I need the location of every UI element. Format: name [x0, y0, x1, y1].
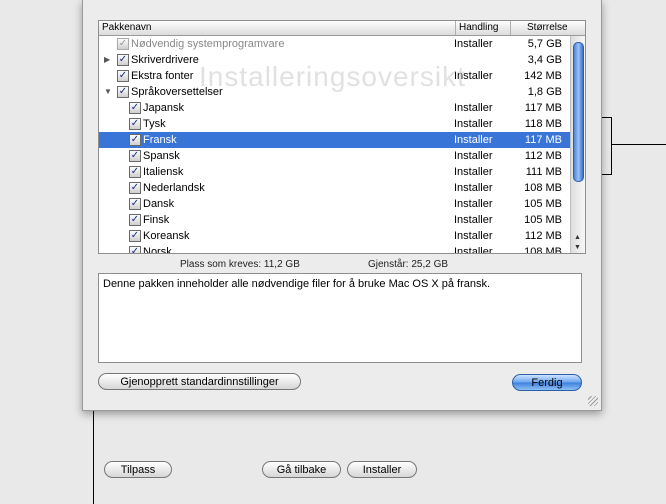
- row-action: Installer: [454, 166, 493, 178]
- disclosure-triangle-icon[interactable]: ▶: [104, 52, 110, 68]
- table-row[interactable]: ✓ Italiensk Installer 111 MB: [99, 164, 570, 180]
- callout-line-right-bracket: [611, 117, 612, 175]
- row-size: 117 MB: [524, 134, 562, 146]
- row-checkbox[interactable]: ✓: [129, 150, 141, 162]
- done-button[interactable]: Ferdig: [512, 374, 582, 391]
- row-checkbox[interactable]: ✓: [129, 182, 141, 194]
- row-name: Finsk: [143, 214, 170, 226]
- table-row[interactable]: ✓ Finsk Installer 105 MB: [99, 212, 570, 228]
- row-action: Installer: [454, 214, 493, 226]
- row-checkbox[interactable]: ✓: [129, 214, 141, 226]
- table-row[interactable]: ✓ Spansk Installer 112 MB: [99, 148, 570, 164]
- row-size: 108 MB: [524, 246, 562, 254]
- disclosure-triangle-icon[interactable]: ▼: [104, 84, 112, 100]
- row-checkbox[interactable]: ✓: [129, 198, 141, 210]
- row-action: Installer: [454, 134, 493, 146]
- table-row[interactable]: ✓ Nødvendig systemprogramvare Installer 5,7…: [99, 36, 570, 52]
- customize-button[interactable]: Tilpass: [104, 461, 172, 478]
- table-row[interactable]: ▼ ✓ Språkoversettelser 1,8 GB: [99, 84, 570, 100]
- row-name: Koreansk: [143, 230, 190, 242]
- row-name: Språkoversettelser: [131, 86, 223, 98]
- row-checkbox[interactable]: ✓: [129, 230, 141, 242]
- row-checkbox[interactable]: ✓: [117, 38, 129, 50]
- column-header-name[interactable]: Pakkenavn: [102, 22, 151, 33]
- row-size: 105 MB: [524, 214, 562, 226]
- row-action: Installer: [454, 182, 493, 194]
- table-row[interactable]: ✓ Dansk Installer 105 MB: [99, 196, 570, 212]
- row-action: Installer: [454, 198, 493, 210]
- row-size: 5,7 GB: [527, 38, 562, 50]
- row-size: 112 MB: [524, 150, 562, 162]
- restore-defaults-button[interactable]: Gjenopprett standardinnstillinger: [98, 373, 301, 390]
- row-checkbox[interactable]: ✓: [117, 86, 129, 98]
- row-size: 3,4 GB: [527, 54, 562, 66]
- row-checkbox[interactable]: ✓: [129, 166, 141, 178]
- install-button[interactable]: Installer: [347, 461, 417, 478]
- table-row[interactable]: ✓ Japansk Installer 117 MB: [99, 100, 570, 116]
- row-checkbox[interactable]: ✓: [129, 102, 141, 114]
- row-size: 1,8 GB: [527, 86, 562, 98]
- row-name: Nødvendig systemprogramvare: [131, 38, 285, 50]
- scroll-thumb[interactable]: [573, 42, 584, 182]
- callout-line-right-out: [611, 144, 666, 145]
- space-required-label: Plass som kreves: 11,2 GB: [180, 259, 300, 270]
- row-name: Fransk: [143, 134, 177, 146]
- row-name: Skriverdrivere: [131, 54, 199, 66]
- scroll-down-arrow-icon[interactable]: ▼: [574, 244, 581, 251]
- row-action: Installer: [454, 102, 493, 114]
- space-remaining-label: Gjenstår: 25,2 GB: [368, 259, 449, 270]
- row-size: 108 MB: [524, 182, 562, 194]
- table-scrollbar[interactable]: ▲ ▼: [570, 36, 585, 253]
- resize-grip-icon[interactable]: [588, 396, 598, 406]
- table-row[interactable]: ✓ Koreansk Installer 112 MB: [99, 228, 570, 244]
- row-name: Spansk: [143, 150, 180, 162]
- row-size: 142 MB: [524, 70, 562, 82]
- row-action: Installer: [454, 150, 493, 162]
- row-name: Italiensk: [143, 166, 184, 178]
- table-row[interactable]: ✓ Tysk Installer 118 MB: [99, 116, 570, 132]
- row-name: Dansk: [143, 198, 175, 210]
- row-checkbox[interactable]: ✓: [117, 54, 129, 66]
- column-header-size[interactable]: Størrelse: [527, 22, 568, 33]
- row-name: Ekstra fonter: [131, 70, 194, 82]
- table-row[interactable]: ✓ Norsk Installer 108 MB: [99, 244, 570, 254]
- row-name: Tysk: [143, 118, 166, 130]
- row-action: Installer: [454, 70, 493, 82]
- row-action: Installer: [454, 118, 493, 130]
- table-row[interactable]: ✓ Fransk Installer 117 MB: [99, 132, 570, 148]
- row-size: 105 MB: [524, 198, 562, 210]
- package-description: Denne pakken inneholder alle nødvendige …: [98, 273, 582, 363]
- row-checkbox[interactable]: ✓: [129, 246, 141, 253]
- row-action: Installer: [454, 230, 493, 242]
- row-name: Nederlandsk: [143, 182, 205, 194]
- row-size: 117 MB: [524, 102, 562, 114]
- row-size: 111 MB: [525, 166, 562, 178]
- column-header-action[interactable]: Handling: [459, 22, 498, 33]
- table-row[interactable]: ▶ ✓ Skriverdrivere 3,4 GB: [99, 52, 570, 68]
- row-checkbox[interactable]: ✓: [129, 118, 141, 130]
- row-name: Norsk: [143, 246, 172, 254]
- table-row[interactable]: ✓ Ekstra fonter Installer 142 MB: [99, 68, 570, 84]
- table-header: Pakkenavn Handling Størrelse: [99, 21, 585, 36]
- scroll-up-arrow-icon[interactable]: ▲: [574, 234, 581, 241]
- row-action: Installer: [454, 38, 493, 50]
- row-checkbox[interactable]: ✓: [117, 70, 129, 82]
- row-checkbox[interactable]: ✓: [129, 134, 141, 146]
- go-back-button[interactable]: Gå tilbake: [262, 461, 341, 478]
- row-size: 118 MB: [524, 118, 562, 130]
- row-action: Installer: [454, 246, 493, 254]
- row-name: Japansk: [143, 102, 184, 114]
- row-size: 112 MB: [524, 230, 562, 242]
- package-table[interactable]: Pakkenavn Handling Størrelse ✓ Nødvendig …: [98, 20, 586, 254]
- table-row[interactable]: ✓ Nederlandsk Installer 108 MB: [99, 180, 570, 196]
